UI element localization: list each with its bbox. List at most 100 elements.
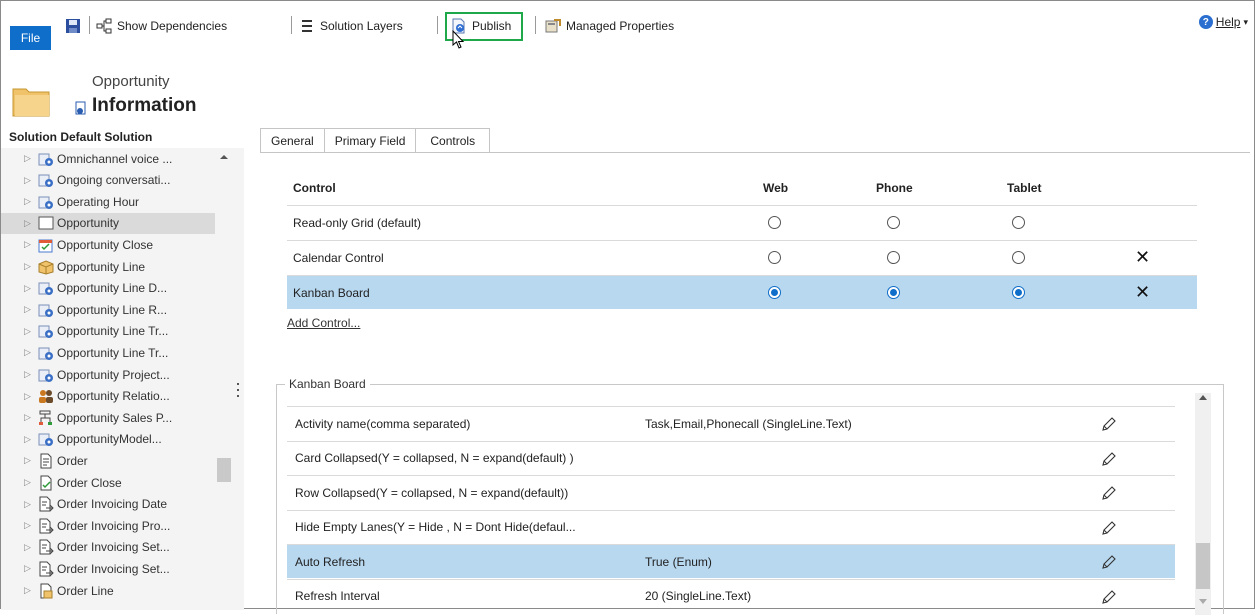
kanban-board-properties: Kanban Board Activity name(comma separat… (276, 377, 1224, 615)
tree-item[interactable]: ▷ Opportunity Sales P... (1, 407, 215, 428)
property-row[interactable]: Row Collapsed(Y = collapsed, N = expand(… (287, 475, 1175, 509)
scroll-up-icon[interactable] (1199, 395, 1207, 400)
phone-radio[interactable] (887, 286, 900, 299)
expand-arrow-icon[interactable]: ▷ (24, 261, 36, 272)
tablet-radio[interactable] (1012, 216, 1025, 229)
pencil-icon[interactable] (1101, 485, 1117, 501)
tab-controls[interactable]: Controls (415, 128, 491, 153)
property-name: Row Collapsed(Y = collapsed, N = expand(… (295, 485, 569, 500)
expand-arrow-icon[interactable]: ▷ (24, 477, 36, 488)
pencil-icon[interactable] (1101, 554, 1117, 570)
expand-arrow-icon[interactable]: ▷ (24, 499, 36, 510)
entity-gear-icon (38, 367, 54, 383)
pencil-icon[interactable] (1101, 416, 1117, 432)
tab-primary-field[interactable]: Primary Field (323, 128, 416, 153)
property-row[interactable]: Hide Empty Lanes(Y = Hide , N = Dont Hid… (287, 509, 1175, 544)
expand-arrow-icon[interactable]: ▷ (24, 283, 36, 294)
tree-item[interactable]: ▷ Opportunity Relatio... (1, 386, 215, 407)
tree-item[interactable]: ▷ Opportunity (1, 212, 215, 234)
help-menu[interactable]: ? Help ▾ (1198, 15, 1248, 29)
save-button[interactable] (65, 15, 81, 37)
phone-radio[interactable] (887, 216, 900, 229)
pencil-icon[interactable] (1101, 589, 1117, 605)
tree-item[interactable]: ▷ Order Invoicing Pro... (1, 515, 215, 536)
control-row[interactable]: Read-only Grid (default) (287, 205, 1197, 239)
remove-control-icon[interactable]: ✕ (1135, 276, 1150, 309)
solution-layers-button[interactable]: Solution Layers (299, 15, 403, 37)
tree-item[interactable]: ▷ Order Invoicing Set... (1, 558, 215, 579)
document-icon (38, 453, 54, 469)
expand-arrow-icon[interactable]: ▷ (24, 153, 36, 164)
tree-item-label: Opportunity Line Tr... (57, 324, 169, 339)
expand-arrow-icon[interactable]: ▷ (24, 520, 36, 531)
tablet-radio[interactable] (1012, 251, 1025, 264)
property-row[interactable]: Card Collapsed(Y = collapsed, N = expand… (287, 440, 1175, 475)
file-button[interactable]: File (10, 26, 51, 50)
remove-control-icon[interactable]: ✕ (1135, 241, 1150, 274)
publish-label: Publish (472, 19, 512, 33)
web-radio[interactable] (768, 251, 781, 264)
document-check-icon (38, 475, 54, 491)
save-icon (65, 18, 81, 34)
tree-item[interactable]: ▷ Order (1, 450, 215, 471)
tree-item[interactable]: ▷ Order Line (1, 580, 215, 601)
expand-arrow-icon[interactable]: ▷ (24, 175, 36, 186)
document-arrow-icon (38, 539, 54, 555)
tree-item-label: Order Invoicing Set... (57, 540, 170, 555)
expand-arrow-icon[interactable]: ▷ (24, 412, 36, 423)
tablet-radio[interactable] (1012, 286, 1025, 299)
tree-item-label: Opportunity Sales P... (57, 410, 173, 425)
scroll-down-icon[interactable] (1199, 599, 1207, 604)
pencil-icon[interactable] (1101, 451, 1117, 467)
expand-arrow-icon[interactable]: ▷ (24, 455, 36, 466)
entity-gear-icon (38, 194, 54, 210)
web-radio[interactable] (768, 286, 781, 299)
property-row[interactable]: Auto Refresh True (Enum) (287, 544, 1175, 578)
entity-blank-icon (38, 215, 54, 231)
expand-arrow-icon[interactable]: ▷ (24, 542, 36, 553)
tree-item[interactable]: ▷ Operating Hour (1, 191, 215, 212)
tree-item[interactable]: ▷ Opportunity Line Tr... (1, 321, 215, 342)
web-radio[interactable] (768, 216, 781, 229)
tree-item[interactable]: ▷ Ongoing conversati... (1, 170, 215, 191)
expand-arrow-icon[interactable]: ▷ (24, 347, 36, 358)
tree-item[interactable]: ▷ Opportunity Line R... (1, 299, 215, 320)
tree-item[interactable]: ▷ Opportunity Close (1, 234, 215, 255)
tree-item-label: Order Invoicing Date (57, 497, 168, 512)
tree-item[interactable]: ▷ Order Close (1, 472, 215, 493)
managed-properties-button[interactable]: Managed Properties (545, 15, 674, 37)
tree-item[interactable]: ▷ Opportunity Project... (1, 364, 215, 385)
tree-scrollbar[interactable] (217, 148, 231, 610)
add-control-link[interactable]: Add Control... (287, 316, 360, 330)
control-row[interactable]: Calendar Control ✕ (287, 240, 1197, 274)
tree-item[interactable]: ▷ Order Invoicing Date (1, 494, 215, 515)
expand-arrow-icon[interactable]: ▷ (24, 585, 36, 596)
property-row[interactable]: Refresh Interval 20 (SingleLine.Text) (287, 578, 1175, 613)
expand-arrow-icon[interactable]: ▷ (24, 196, 36, 207)
tree-item-label: Opportunity Line R... (57, 302, 168, 317)
tree-item[interactable]: ▷ Opportunity Line Tr... (1, 342, 215, 363)
kanban-scrollbar-thumb[interactable] (1196, 543, 1210, 589)
tree-item[interactable]: ▷ Opportunity Line D... (1, 278, 215, 299)
control-row[interactable]: Kanban Board ✕ (287, 275, 1197, 309)
tree-item[interactable]: ▷ Order Invoicing Set... (1, 537, 215, 558)
expand-arrow-icon[interactable]: ▷ (24, 369, 36, 380)
property-row[interactable]: Activity name(comma separated) Task,Email… (287, 406, 1175, 440)
tab-general[interactable]: General (260, 128, 324, 153)
expand-arrow-icon[interactable]: ▷ (24, 326, 36, 337)
tree-scrollbar-thumb[interactable] (217, 458, 231, 482)
expand-arrow-icon[interactable]: ▷ (24, 391, 36, 402)
expand-arrow-icon[interactable]: ▷ (24, 218, 36, 229)
expand-arrow-icon[interactable]: ▷ (24, 239, 36, 250)
expand-arrow-icon[interactable]: ▷ (24, 434, 36, 445)
tree-item[interactable]: ▷ OpportunityModel... (1, 429, 215, 450)
expand-arrow-icon[interactable]: ▷ (24, 563, 36, 574)
tree-item[interactable]: ▷ Omnichannel voice ... (1, 148, 215, 169)
expand-arrow-icon[interactable]: ▷ (24, 304, 36, 315)
tree-item-label: Order Line (57, 583, 114, 598)
pencil-icon[interactable] (1101, 520, 1117, 536)
show-dependencies-button[interactable]: Show Dependencies (96, 15, 227, 37)
panel-splitter[interactable] (237, 383, 240, 405)
phone-radio[interactable] (887, 251, 900, 264)
tree-item[interactable]: ▷ Opportunity Line (1, 256, 215, 277)
